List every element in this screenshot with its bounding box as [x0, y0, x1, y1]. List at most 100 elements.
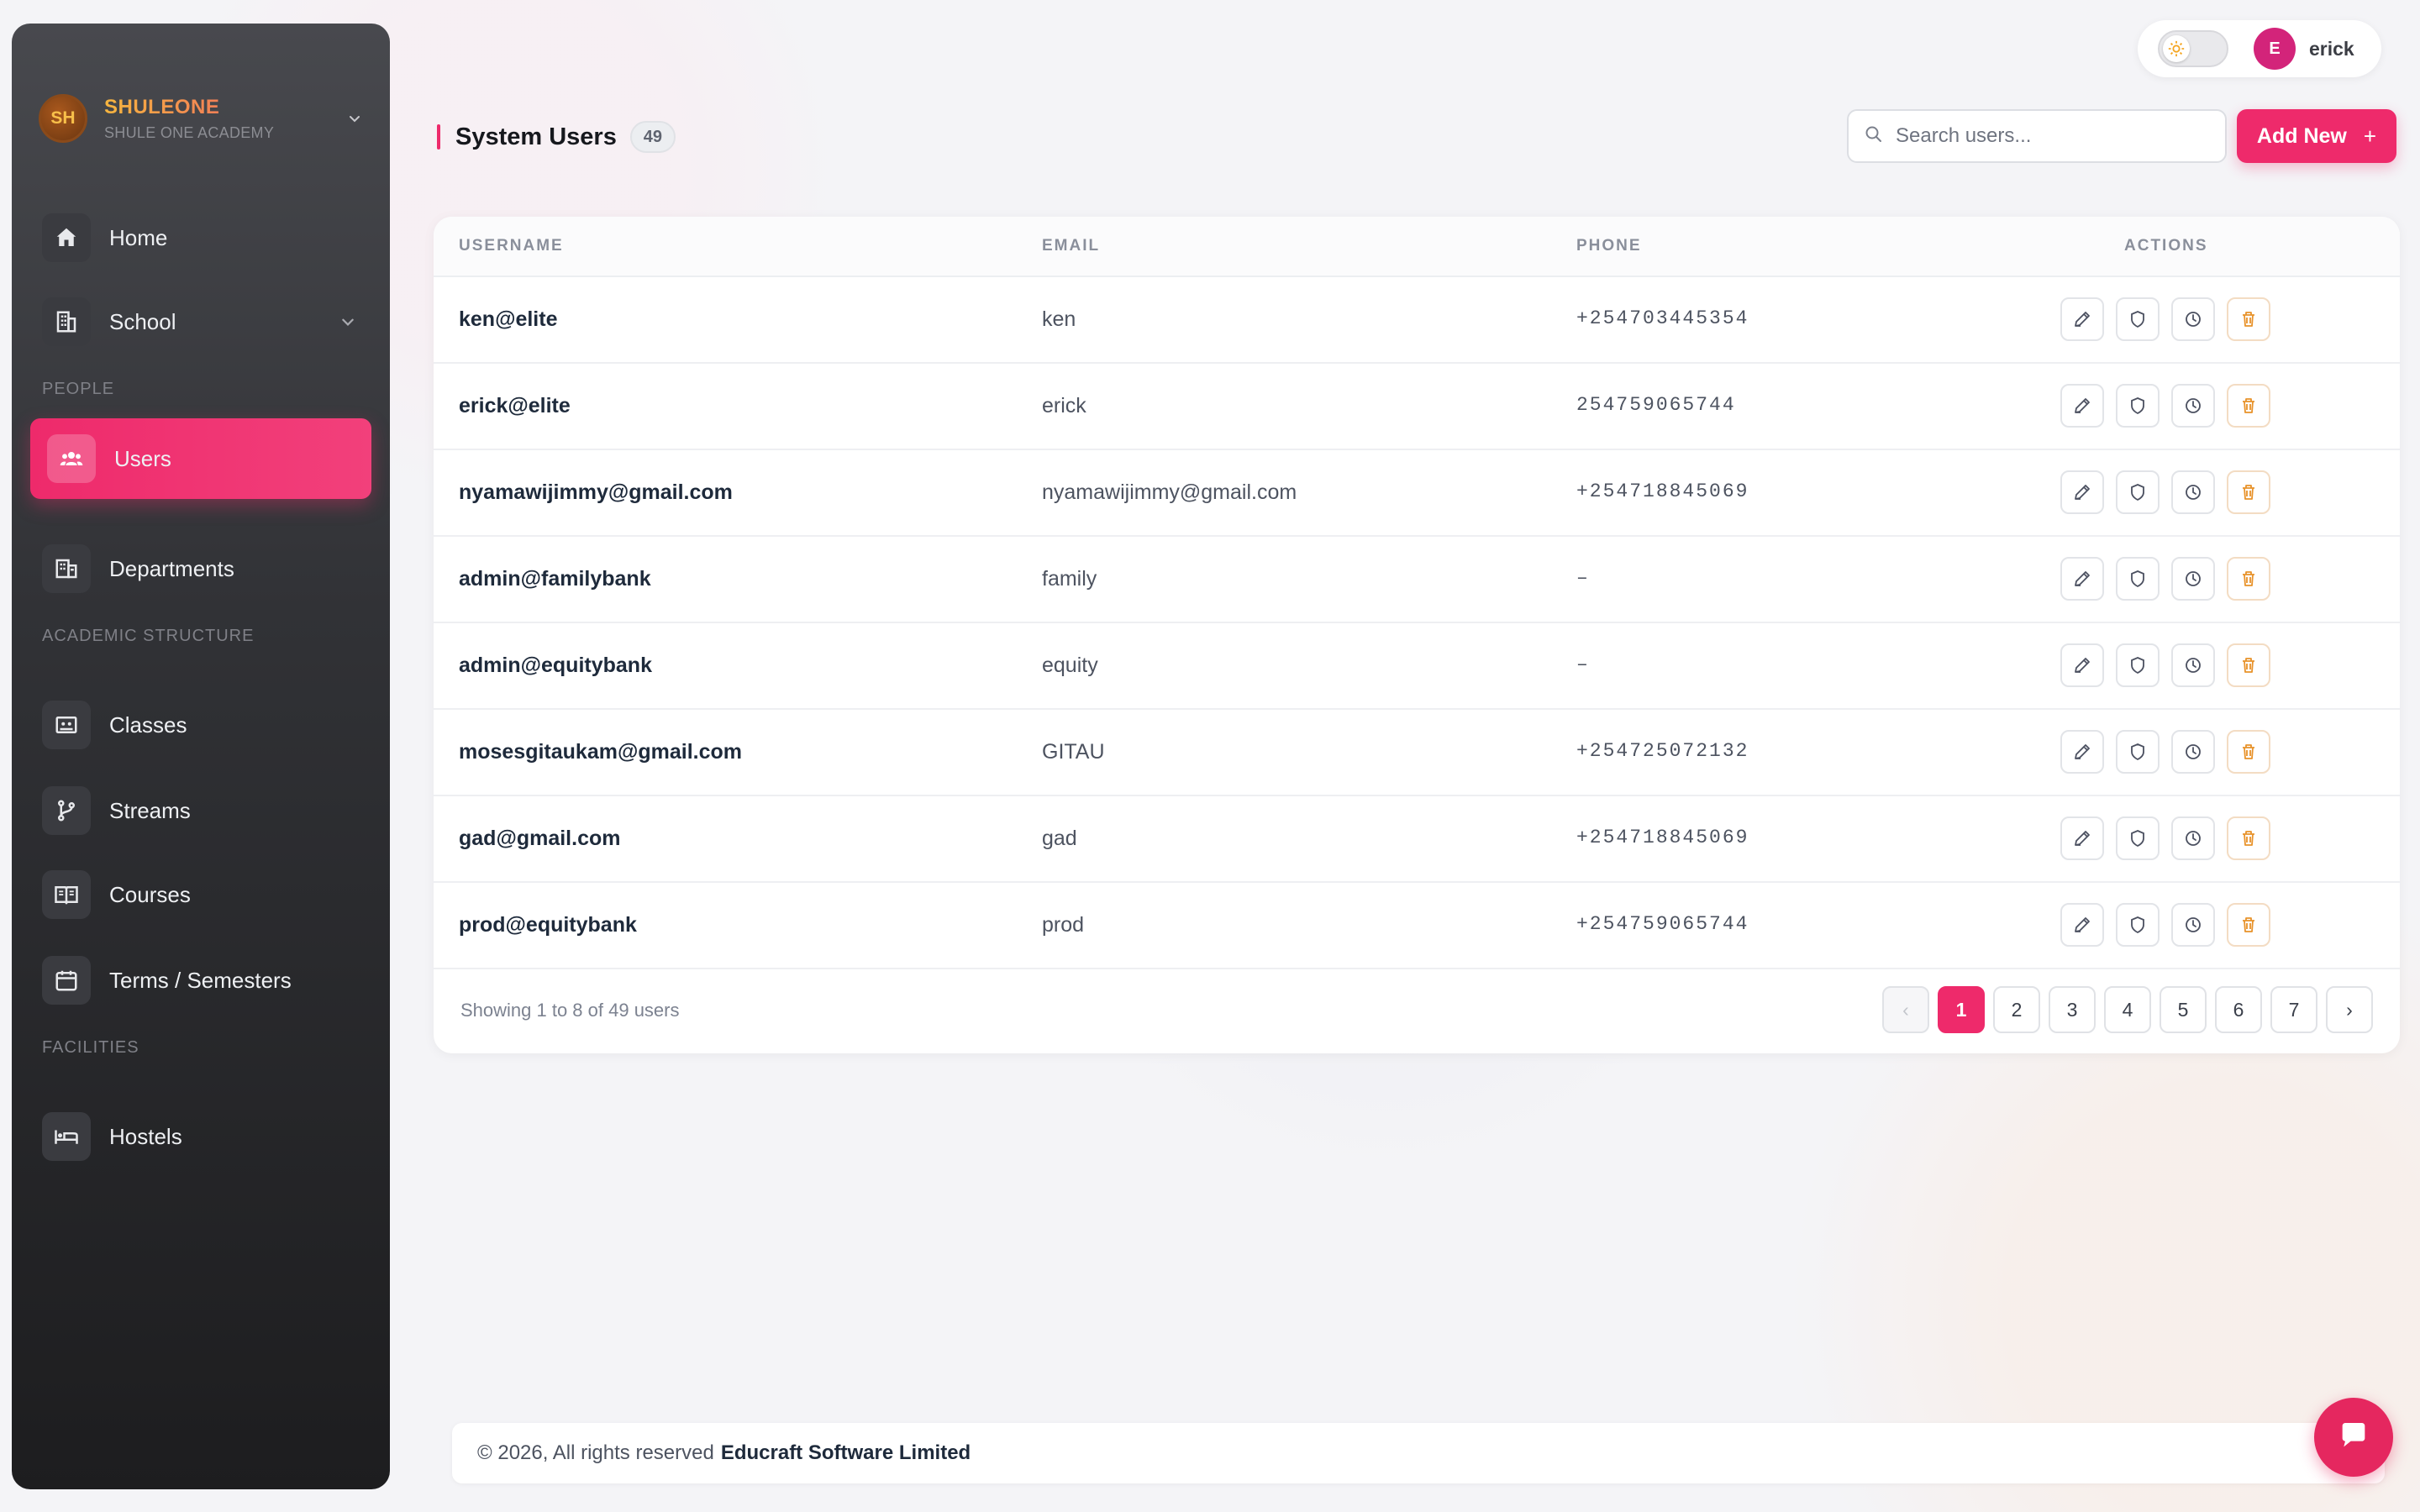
permissions-button[interactable]: [2116, 643, 2160, 687]
email-cell: ken: [1042, 307, 1076, 331]
permissions-button[interactable]: [2116, 384, 2160, 428]
sidebar-item-label: Users: [114, 445, 171, 471]
page-button-4[interactable]: 4: [2104, 986, 2151, 1033]
history-button[interactable]: [2171, 643, 2215, 687]
page-button-1[interactable]: 1: [1938, 986, 1985, 1033]
permissions-button[interactable]: [2116, 816, 2160, 860]
sidebar-item-departments[interactable]: Departments: [42, 539, 371, 598]
username-cell: admin@familybank: [459, 567, 651, 591]
page-button-2[interactable]: 2: [1993, 986, 2040, 1033]
row-actions: [2060, 297, 2270, 341]
column-header-username[interactable]: USERNAME: [459, 237, 564, 255]
table-row: mosesgitaukam@gmail.com GITAU +25472507213…: [434, 710, 2400, 796]
theme-toggle[interactable]: [2158, 30, 2228, 67]
sidebar-item-classes[interactable]: Classes: [42, 696, 371, 754]
email-cell: prod: [1042, 913, 1085, 937]
brand-avatar: SH: [39, 94, 87, 143]
history-button[interactable]: [2171, 903, 2215, 947]
edit-button[interactable]: [2060, 903, 2104, 947]
page-button-6[interactable]: 6: [2215, 986, 2262, 1033]
sidebar-item-label: Streams: [109, 797, 191, 823]
history-button[interactable]: [2171, 816, 2215, 860]
add-new-button[interactable]: Add New +: [2237, 109, 2396, 163]
history-button[interactable]: [2171, 470, 2215, 514]
column-header-phone[interactable]: PHONE: [1576, 237, 1642, 255]
chat-button[interactable]: [2314, 1398, 2393, 1477]
pagination-next-button[interactable]: ›: [2326, 986, 2373, 1033]
pagination-prev-button[interactable]: ‹: [1882, 986, 1929, 1033]
edit-button[interactable]: [2060, 643, 2104, 687]
edit-button[interactable]: [2060, 730, 2104, 774]
history-button[interactable]: [2171, 557, 2215, 601]
sidebar-item-streams[interactable]: Streams: [42, 781, 371, 840]
edit-button[interactable]: [2060, 297, 2104, 341]
sidebar-item-hostels[interactable]: Hostels: [42, 1107, 371, 1166]
search-input[interactable]: [1896, 124, 2210, 148]
edit-icon: [2072, 915, 2092, 935]
users-icon: [47, 434, 96, 483]
delete-button[interactable]: [2227, 903, 2270, 947]
sun-icon: [2163, 35, 2190, 62]
trash-icon: [2238, 742, 2259, 762]
edit-button[interactable]: [2060, 816, 2104, 860]
brand-switcher[interactable]: SH SHULEONE SHULE ONE ACADEMY: [39, 91, 363, 146]
delete-button[interactable]: [2227, 297, 2270, 341]
edit-icon: [2072, 396, 2092, 416]
column-header-email[interactable]: EMAIL: [1042, 237, 1100, 255]
permissions-button[interactable]: [2116, 470, 2160, 514]
chat-icon: [2337, 1419, 2370, 1457]
history-button[interactable]: [2171, 730, 2215, 774]
sidebar-item-home[interactable]: Home: [42, 208, 371, 267]
phone-cell: +254718845069: [1576, 480, 1749, 502]
shield-icon: [2128, 828, 2148, 848]
page-button-3[interactable]: 3: [2049, 986, 2096, 1033]
sidebar-item-courses[interactable]: Courses: [42, 865, 371, 924]
user-count-badge: 49: [629, 121, 676, 153]
page-header: System Users 49: [437, 118, 676, 156]
edit-icon: [2072, 742, 2092, 762]
copyright-text: © 2026, All rights reserved: [477, 1441, 714, 1464]
page-button-5[interactable]: 5: [2160, 986, 2207, 1033]
book-icon: [42, 870, 91, 919]
shield-icon: [2128, 309, 2148, 329]
brand-subtitle: SHULE ONE ACADEMY: [104, 123, 275, 141]
history-button[interactable]: [2171, 384, 2215, 428]
table-row: admin@equitybank equity –: [434, 623, 2400, 710]
permissions-button[interactable]: [2116, 557, 2160, 601]
row-actions: [2060, 643, 2270, 687]
delete-button[interactable]: [2227, 384, 2270, 428]
user-name[interactable]: erick: [2309, 38, 2354, 60]
chevron-down-icon: [339, 313, 356, 330]
page-button-7[interactable]: 7: [2270, 986, 2317, 1033]
email-cell: equity: [1042, 654, 1098, 677]
table-footer: Showing 1 to 8 of 49 users ‹ 1 2 3 4 5 6…: [434, 968, 2400, 1053]
table-header: USERNAME EMAIL PHONE ACTIONS: [434, 217, 2400, 277]
row-actions: [2060, 557, 2270, 601]
sidebar-item-school[interactable]: School: [42, 292, 371, 351]
search-icon: [1864, 124, 1884, 149]
add-new-label: Add New: [2256, 123, 2347, 148]
permissions-button[interactable]: [2116, 903, 2160, 947]
search-box[interactable]: [1847, 109, 2227, 163]
users-table-card: USERNAME EMAIL PHONE ACTIONS ken@elite ke…: [434, 217, 2400, 1053]
home-icon: [42, 213, 91, 262]
edit-button[interactable]: [2060, 384, 2104, 428]
delete-button[interactable]: [2227, 643, 2270, 687]
email-cell: gad: [1042, 827, 1077, 850]
permissions-button[interactable]: [2116, 297, 2160, 341]
pagination: ‹ 1 2 3 4 5 6 7 ›: [1882, 986, 2373, 1033]
delete-button[interactable]: [2227, 816, 2270, 860]
trash-icon: [2238, 915, 2259, 935]
edit-button[interactable]: [2060, 557, 2104, 601]
delete-button[interactable]: [2227, 730, 2270, 774]
permissions-button[interactable]: [2116, 730, 2160, 774]
history-button[interactable]: [2171, 297, 2215, 341]
classes-icon: [42, 701, 91, 749]
delete-button[interactable]: [2227, 470, 2270, 514]
email-cell: GITAU: [1042, 740, 1105, 764]
sidebar-item-users[interactable]: Users: [30, 418, 371, 499]
delete-button[interactable]: [2227, 557, 2270, 601]
edit-button[interactable]: [2060, 470, 2104, 514]
sidebar-item-terms-semesters[interactable]: Terms / Semesters: [42, 951, 371, 1010]
user-avatar[interactable]: E: [2254, 28, 2296, 70]
